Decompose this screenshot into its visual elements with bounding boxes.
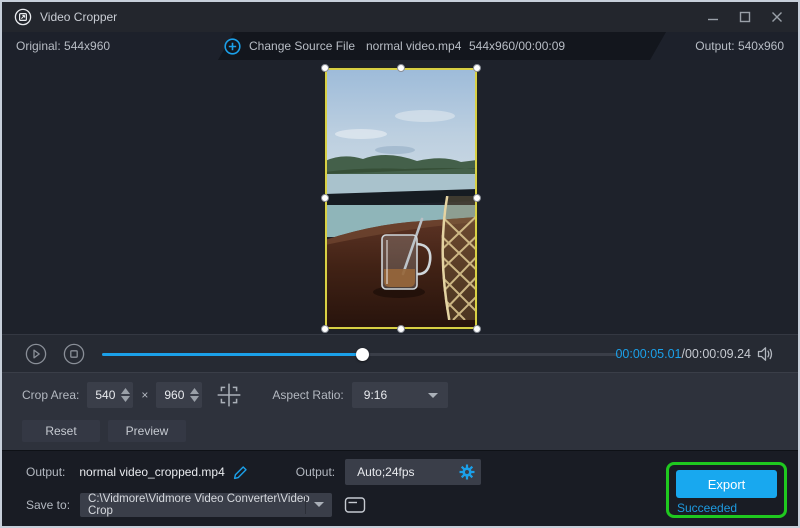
slider-fill (102, 352, 363, 356)
crop-handle-top-right[interactable] (473, 64, 481, 72)
crop-handle-middle-right[interactable] (473, 194, 481, 202)
export-button[interactable]: Export (676, 470, 777, 498)
app-logo-icon (14, 8, 32, 26)
crop-center-button[interactable] (216, 382, 242, 408)
total-time: /00:00:09.24 (681, 347, 751, 361)
aspect-ratio-dropdown[interactable]: 9:16 (351, 382, 448, 408)
playback-bar: 00:00:05.01/00:00:09.24 (2, 334, 798, 372)
current-file-name: normal video.mp4 (366, 39, 462, 53)
title-bar: Video Cropper (2, 2, 798, 32)
crop-crosshair-icon (218, 383, 241, 407)
folder-icon (344, 497, 366, 513)
minimize-button[interactable] (700, 5, 726, 29)
crop-handle-top-left[interactable] (321, 64, 329, 72)
gear-icon (459, 464, 475, 480)
chevron-down-icon (314, 502, 325, 507)
crop-width-arrows[interactable] (121, 382, 131, 408)
save-to-dropdown[interactable]: C:\Vidmore\Vidmore Video Converter\Video… (80, 493, 333, 517)
output-format-value: Auto;24fps (357, 465, 415, 479)
save-to-path: C:\Vidmore\Vidmore Video Converter\Video… (88, 493, 310, 517)
arrow-down-icon (121, 396, 131, 402)
change-source-file-label: Change Source File (249, 39, 356, 53)
original-size-tab: Original: 544x960 (2, 32, 234, 60)
video-frame (321, 64, 481, 333)
output-bar: Output: normal video_cropped.mp4 Output:… (2, 450, 798, 526)
arrow-down-icon (190, 396, 200, 402)
pencil-icon (233, 465, 247, 479)
video-preview-stage (2, 60, 798, 334)
crop-handle-top-middle[interactable] (397, 64, 405, 72)
video-cropper-window: Video Cropper Original: 544x960 Change S… (0, 0, 800, 528)
crop-height-stepper[interactable]: 960 (156, 382, 203, 408)
crop-area-label: Crop Area: (22, 388, 80, 402)
crop-handle-bottom-middle[interactable] (397, 325, 405, 333)
arrow-up-icon (121, 388, 131, 394)
volume-icon[interactable] (757, 335, 774, 373)
dropdown-divider (305, 496, 307, 514)
status-succeeded: Succeeded (677, 501, 738, 515)
crop-handle-bottom-left[interactable] (321, 325, 329, 333)
output-format-label: Output: (295, 465, 336, 479)
info-bar: Original: 544x960 Change Source File nor… (2, 32, 798, 60)
change-source-file-button[interactable]: Change Source File (224, 32, 355, 60)
seek-slider[interactable] (102, 347, 619, 361)
save-to-row: Save to: C:\Vidmore\Vidmore Video Conver… (2, 492, 366, 518)
crop-height-arrows[interactable] (190, 382, 200, 408)
arrow-up-icon (190, 388, 200, 394)
reset-button[interactable]: Reset (22, 420, 100, 442)
current-file-meta: 544x960/00:00:09 (469, 39, 566, 53)
time-display: 00:00:05.01/00:00:09.24 (615, 335, 751, 373)
crop-box[interactable] (325, 68, 477, 329)
crop-handle-middle-left[interactable] (321, 194, 329, 202)
output-name-row: Output: normal video_cropped.mp4 Output:… (2, 459, 482, 485)
stop-button[interactable] (62, 342, 86, 366)
action-buttons-row: Reset Preview (2, 419, 798, 443)
crop-controls-panel: Crop Area: 540 × 960 Aspect Ratio: 9:16 … (2, 372, 798, 450)
aspect-ratio-label: Aspect Ratio: (272, 388, 344, 402)
crop-area-row: Crop Area: 540 × 960 Aspect Ratio: 9:16 (2, 382, 798, 408)
output-size-label: Output: 540x960 (695, 39, 784, 53)
current-time: 00:00:05.01 (615, 347, 682, 361)
crop-width-stepper[interactable]: 540 (87, 382, 134, 408)
format-settings-button[interactable] (459, 464, 475, 480)
maximize-button[interactable] (732, 5, 758, 29)
output-size-tab: Output: 540x960 (650, 32, 798, 60)
window-controls (700, 2, 790, 32)
open-folder-button[interactable] (344, 496, 366, 514)
window-title: Video Cropper (40, 10, 118, 24)
aspect-ratio-value: 9:16 (363, 388, 388, 402)
close-button[interactable] (764, 5, 790, 29)
export-highlight-box: Export Succeeded (666, 462, 787, 518)
edit-name-button[interactable] (233, 465, 248, 480)
preview-button[interactable]: Preview (108, 420, 186, 442)
crop-handle-bottom-right[interactable] (473, 325, 481, 333)
original-size-label: Original: 544x960 (16, 39, 111, 53)
plus-circle-icon (224, 37, 241, 55)
slider-thumb[interactable] (356, 347, 370, 361)
multiply-sign: × (141, 388, 149, 402)
save-to-label: Save to: (26, 498, 71, 512)
output-format-field[interactable]: Auto;24fps (345, 459, 482, 485)
play-button[interactable] (24, 342, 48, 366)
chevron-down-icon (427, 393, 438, 398)
output-name-label: Output: (26, 465, 66, 479)
output-file-name: normal video_cropped.mp4 (79, 465, 225, 479)
